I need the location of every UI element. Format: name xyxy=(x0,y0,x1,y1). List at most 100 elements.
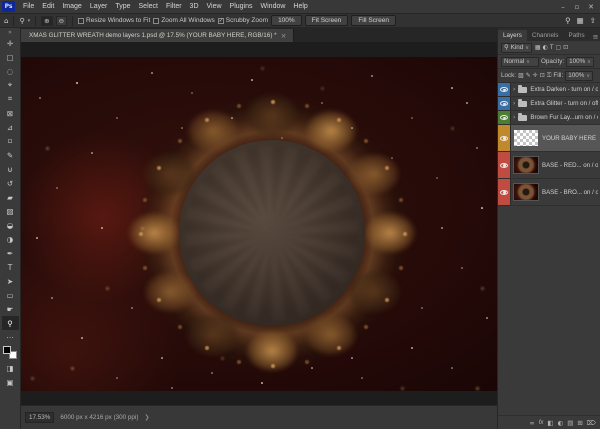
link-layers-icon[interactable]: ∞ xyxy=(529,419,534,427)
filter-adjustment-icon[interactable]: ◐ xyxy=(543,44,548,51)
visibility-eye-icon[interactable] xyxy=(498,125,511,151)
object-selection-tool[interactable]: ⌖ xyxy=(2,78,19,92)
layer-row-brown-fur[interactable]: › Brown Fur Lay...urn on / off xyxy=(498,111,600,125)
clone-stamp-tool[interactable]: ⊍ xyxy=(2,162,19,176)
layer-mask-icon[interactable]: ◧ xyxy=(547,419,553,427)
chevron-down-icon[interactable]: ▾ xyxy=(28,18,31,24)
group-expand-icon[interactable]: › xyxy=(513,100,515,107)
toolbar-expand-icon[interactable]: » xyxy=(8,29,12,36)
visibility-eye-icon[interactable] xyxy=(498,152,511,178)
layer-row-your-baby-here[interactable]: YOUR BABY HERE xyxy=(498,125,600,152)
gradient-tool[interactable]: ▨ xyxy=(2,204,19,218)
visibility-eye-icon[interactable] xyxy=(498,83,511,96)
menu-edit[interactable]: Edit xyxy=(38,3,58,10)
kind-filter-dropdown[interactable]: ⚲ Kind ∨ xyxy=(501,43,532,53)
hand-tool[interactable]: ☛ xyxy=(2,302,19,316)
blur-tool[interactable]: ◒ xyxy=(2,218,19,232)
menu-file[interactable]: File xyxy=(19,3,38,10)
menu-window[interactable]: Window xyxy=(257,3,290,10)
marquee-tool[interactable]: ▢ xyxy=(2,50,19,64)
menu-help[interactable]: Help xyxy=(289,3,311,10)
zoom-tool[interactable]: ⚲ xyxy=(2,316,19,330)
group-expand-icon[interactable]: › xyxy=(513,86,515,93)
frame-tool[interactable]: ⊠ xyxy=(2,106,19,120)
fit-screen-button[interactable]: Fit Screen xyxy=(305,15,349,26)
history-brush-tool[interactable]: ↺ xyxy=(2,176,19,190)
lock-paint-icon[interactable]: ✎ xyxy=(526,72,531,80)
menu-filter[interactable]: Filter xyxy=(162,3,186,10)
close-icon[interactable]: ✕ xyxy=(585,3,597,11)
layer-row-base-brown[interactable]: BASE - BRO... on / off xyxy=(498,179,600,206)
tab-channels[interactable]: Channels xyxy=(527,30,564,41)
eyedropper-tool[interactable]: ⊿ xyxy=(2,120,19,134)
restore-icon[interactable]: ▫ xyxy=(571,3,583,11)
document-tab[interactable]: XMAS GLITTER WREATH demo layers 1.psd @ … xyxy=(21,29,294,42)
lasso-tool[interactable]: ◌ xyxy=(2,64,19,78)
eraser-tool[interactable]: ▰ xyxy=(2,190,19,204)
fill-screen-button[interactable]: Fill Screen xyxy=(351,15,396,26)
screen-mode-icon[interactable]: ▣ xyxy=(2,375,19,389)
workspace-icon[interactable]: ▦ xyxy=(577,16,584,25)
color-swatches[interactable] xyxy=(3,346,17,359)
layer-row-extra-glitter[interactable]: › Extra Glitter - turn on / off xyxy=(498,97,600,111)
tab-close-icon[interactable]: × xyxy=(281,32,287,40)
group-expand-icon[interactable]: › xyxy=(513,114,515,121)
visibility-eye-icon[interactable] xyxy=(498,111,511,124)
tab-layers[interactable]: Layers xyxy=(498,30,527,41)
edit-toolbar-icon[interactable]: ⋯ xyxy=(2,330,19,344)
healing-brush-tool[interactable]: ⌑ xyxy=(2,134,19,148)
lock-artboard-icon[interactable]: ⊡ xyxy=(540,72,545,80)
menu-plugins[interactable]: Plugins xyxy=(226,3,257,10)
scrubby-zoom-checkbox[interactable]: ✓ Scrubby Zoom xyxy=(218,17,268,24)
home-icon[interactable]: ⌂ xyxy=(4,17,8,25)
delete-layer-icon[interactable]: ⌦ xyxy=(587,419,596,427)
new-group-icon[interactable]: ▤ xyxy=(567,419,573,427)
status-expand-icon[interactable]: ❯ xyxy=(144,414,149,421)
dodge-tool[interactable]: ◑ xyxy=(2,232,19,246)
filter-shape-icon[interactable]: ▢ xyxy=(556,44,562,51)
zoom-100-button[interactable]: 100% xyxy=(271,15,302,26)
adjustment-layer-icon[interactable]: ◐ xyxy=(558,419,564,427)
brush-tool[interactable]: ✎ xyxy=(2,148,19,162)
move-tool[interactable]: ✛ xyxy=(2,36,19,50)
panel-menu-icon[interactable]: ≡ xyxy=(590,33,600,41)
blend-mode-dropdown[interactable]: Normal ∨ xyxy=(501,57,539,67)
opacity-dropdown[interactable]: 100% ∨ xyxy=(566,57,594,67)
path-selection-tool[interactable]: ➤ xyxy=(2,274,19,288)
lock-move-icon[interactable]: ✛ xyxy=(533,72,538,80)
menu-layer[interactable]: Layer xyxy=(86,3,112,10)
crop-tool[interactable]: ⌗ xyxy=(2,92,19,106)
rectangle-tool[interactable]: ▭ xyxy=(2,288,19,302)
zoom-tool-preset-icon[interactable]: ⚲ xyxy=(19,17,24,25)
foreground-color-swatch[interactable] xyxy=(3,346,11,354)
filter-smart-object-icon[interactable]: ⊡ xyxy=(563,44,568,51)
menu-view[interactable]: View xyxy=(203,3,226,10)
quick-mask-icon[interactable]: ◨ xyxy=(2,361,19,375)
minimize-icon[interactable]: – xyxy=(557,3,569,11)
visibility-eye-icon[interactable] xyxy=(498,179,511,205)
filter-pixel-icon[interactable]: ▦ xyxy=(535,44,541,51)
zoom-level-field[interactable]: 17.53% xyxy=(25,412,54,423)
menu-select[interactable]: Select xyxy=(135,3,162,10)
menu-3d[interactable]: 3D xyxy=(186,3,203,10)
zoom-out-button[interactable]: ⊖ xyxy=(56,16,67,26)
fill-dropdown[interactable]: 100% ∨ xyxy=(565,71,593,81)
zoom-in-button[interactable]: ⊕ xyxy=(41,16,52,26)
search-icon[interactable]: ⚲ xyxy=(565,16,571,25)
canvas[interactable] xyxy=(21,42,497,405)
type-tool[interactable]: T xyxy=(2,260,19,274)
layer-effects-icon[interactable]: fx xyxy=(539,420,544,426)
resize-windows-checkbox[interactable]: Resize Windows to Fit xyxy=(78,17,150,24)
lock-transparency-icon[interactable]: ▨ xyxy=(518,72,524,80)
pen-tool[interactable]: ✒ xyxy=(2,246,19,260)
visibility-eye-icon[interactable] xyxy=(498,97,511,110)
menu-type[interactable]: Type xyxy=(111,3,134,10)
share-icon[interactable]: ⇧ xyxy=(590,16,596,25)
zoom-all-windows-checkbox[interactable]: Zoom All Windows xyxy=(153,17,214,24)
filter-type-icon[interactable]: T xyxy=(550,44,554,51)
menu-image[interactable]: Image xyxy=(58,3,85,10)
layer-row-extra-darken[interactable]: › Extra Darken - turn on / off xyxy=(498,83,600,97)
new-layer-icon[interactable]: ⊞ xyxy=(577,419,582,427)
lock-all-icon[interactable]: ⚿ xyxy=(547,72,552,80)
tab-paths[interactable]: Paths xyxy=(564,30,590,41)
